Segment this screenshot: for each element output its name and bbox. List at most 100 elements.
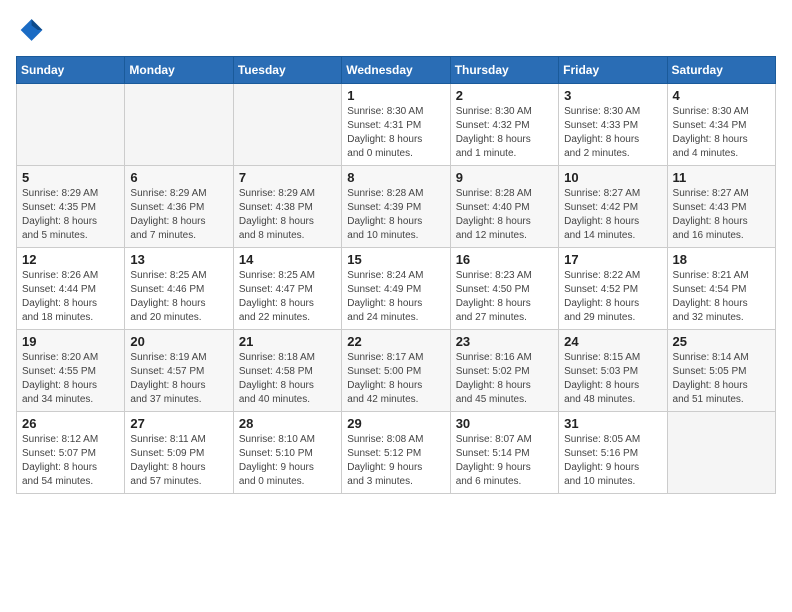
calendar-cell: 28 Sunrise: 8:10 AM Sunset: 5:10 PM Dayli… [233,412,341,494]
calendar-cell: 3 Sunrise: 8:30 AM Sunset: 4:33 PM Daylig… [559,84,667,166]
day-info: Sunrise: 8:19 AM Sunset: 4:57 PM Dayligh… [130,351,227,407]
day-number: 12 [22,252,119,267]
day-info: Sunrise: 8:21 AM Sunset: 4:54 PM Dayligh… [673,269,770,325]
day-number: 11 [673,170,770,185]
calendar-cell: 5 Sunrise: 8:29 AM Sunset: 4:35 PM Daylig… [17,166,125,248]
calendar-cell: 27 Sunrise: 8:11 AM Sunset: 5:09 PM Dayli… [125,412,233,494]
calendar-cell [125,84,233,166]
day-info: Sunrise: 8:27 AM Sunset: 4:42 PM Dayligh… [564,187,661,243]
day-number: 29 [347,416,444,431]
day-info: Sunrise: 8:12 AM Sunset: 5:07 PM Dayligh… [22,433,119,489]
day-info: Sunrise: 8:29 AM Sunset: 4:36 PM Dayligh… [130,187,227,243]
day-number: 1 [347,88,444,103]
day-number: 9 [456,170,553,185]
day-info: Sunrise: 8:25 AM Sunset: 4:47 PM Dayligh… [239,269,336,325]
calendar-cell: 15 Sunrise: 8:24 AM Sunset: 4:49 PM Dayli… [342,248,450,330]
day-number: 18 [673,252,770,267]
day-info: Sunrise: 8:17 AM Sunset: 5:00 PM Dayligh… [347,351,444,407]
day-number: 26 [22,416,119,431]
day-number: 13 [130,252,227,267]
day-number: 28 [239,416,336,431]
calendar-cell: 22 Sunrise: 8:17 AM Sunset: 5:00 PM Dayli… [342,330,450,412]
calendar-cell: 8 Sunrise: 8:28 AM Sunset: 4:39 PM Daylig… [342,166,450,248]
calendar-cell [17,84,125,166]
day-number: 22 [347,334,444,349]
weekday-header-friday: Friday [559,57,667,84]
weekday-header-saturday: Saturday [667,57,775,84]
logo-icon [16,16,44,44]
day-info: Sunrise: 8:29 AM Sunset: 4:38 PM Dayligh… [239,187,336,243]
page-header [16,16,776,44]
calendar-cell: 20 Sunrise: 8:19 AM Sunset: 4:57 PM Dayli… [125,330,233,412]
day-number: 24 [564,334,661,349]
day-number: 8 [347,170,444,185]
day-number: 27 [130,416,227,431]
day-number: 4 [673,88,770,103]
day-info: Sunrise: 8:11 AM Sunset: 5:09 PM Dayligh… [130,433,227,489]
day-info: Sunrise: 8:16 AM Sunset: 5:02 PM Dayligh… [456,351,553,407]
day-info: Sunrise: 8:27 AM Sunset: 4:43 PM Dayligh… [673,187,770,243]
calendar-cell: 31 Sunrise: 8:05 AM Sunset: 5:16 PM Dayli… [559,412,667,494]
weekday-header-wednesday: Wednesday [342,57,450,84]
calendar-cell: 4 Sunrise: 8:30 AM Sunset: 4:34 PM Daylig… [667,84,775,166]
calendar-cell: 29 Sunrise: 8:08 AM Sunset: 5:12 PM Dayli… [342,412,450,494]
day-number: 5 [22,170,119,185]
calendar-cell: 17 Sunrise: 8:22 AM Sunset: 4:52 PM Dayli… [559,248,667,330]
weekday-header-thursday: Thursday [450,57,558,84]
calendar-cell: 13Sunrise: 8:25 AM Sunset: 4:46 PM Dayli… [125,248,233,330]
day-info: Sunrise: 8:18 AM Sunset: 4:58 PM Dayligh… [239,351,336,407]
day-info: Sunrise: 8:14 AM Sunset: 5:05 PM Dayligh… [673,351,770,407]
calendar-cell: 2 Sunrise: 8:30 AM Sunset: 4:32 PM Daylig… [450,84,558,166]
weekday-header-tuesday: Tuesday [233,57,341,84]
day-number: 6 [130,170,227,185]
calendar-cell: 23Sunrise: 8:16 AM Sunset: 5:02 PM Dayli… [450,330,558,412]
calendar-cell: 6 Sunrise: 8:29 AM Sunset: 4:36 PM Daylig… [125,166,233,248]
calendar-cell: 12 Sunrise: 8:26 AM Sunset: 4:44 PM Dayli… [17,248,125,330]
calendar-cell: 30 Sunrise: 8:07 AM Sunset: 5:14 PM Dayli… [450,412,558,494]
day-number: 20 [130,334,227,349]
calendar-cell: 7 Sunrise: 8:29 AM Sunset: 4:38 PM Daylig… [233,166,341,248]
day-number: 31 [564,416,661,431]
logo [16,16,48,44]
day-info: Sunrise: 8:20 AM Sunset: 4:55 PM Dayligh… [22,351,119,407]
day-info: Sunrise: 8:23 AM Sunset: 4:50 PM Dayligh… [456,269,553,325]
day-info: Sunrise: 8:10 AM Sunset: 5:10 PM Dayligh… [239,433,336,489]
day-number: 7 [239,170,336,185]
day-info: Sunrise: 8:28 AM Sunset: 4:39 PM Dayligh… [347,187,444,243]
calendar-cell: 19Sunrise: 8:20 AM Sunset: 4:55 PM Dayli… [17,330,125,412]
day-number: 30 [456,416,553,431]
day-number: 16 [456,252,553,267]
day-number: 14 [239,252,336,267]
day-number: 2 [456,88,553,103]
weekday-header-sunday: Sunday [17,57,125,84]
day-info: Sunrise: 8:30 AM Sunset: 4:31 PM Dayligh… [347,105,444,161]
calendar-cell: 26 Sunrise: 8:12 AM Sunset: 5:07 PM Dayli… [17,412,125,494]
calendar-cell: 24Sunrise: 8:15 AM Sunset: 5:03 PM Dayli… [559,330,667,412]
calendar-cell [667,412,775,494]
calendar-cell: 21 Sunrise: 8:18 AM Sunset: 4:58 PM Dayli… [233,330,341,412]
calendar-table: SundayMondayTuesdayWednesdayThursdayFrid… [16,56,776,494]
day-info: Sunrise: 8:08 AM Sunset: 5:12 PM Dayligh… [347,433,444,489]
day-number: 3 [564,88,661,103]
day-number: 21 [239,334,336,349]
day-info: Sunrise: 8:05 AM Sunset: 5:16 PM Dayligh… [564,433,661,489]
day-number: 10 [564,170,661,185]
calendar-cell: 18 Sunrise: 8:21 AM Sunset: 4:54 PM Dayli… [667,248,775,330]
weekday-header-monday: Monday [125,57,233,84]
day-info: Sunrise: 8:30 AM Sunset: 4:32 PM Dayligh… [456,105,553,161]
day-info: Sunrise: 8:30 AM Sunset: 4:34 PM Dayligh… [673,105,770,161]
calendar-cell: 25 Sunrise: 8:14 AM Sunset: 5:05 PM Dayli… [667,330,775,412]
calendar-cell: 14 Sunrise: 8:25 AM Sunset: 4:47 PM Dayli… [233,248,341,330]
day-info: Sunrise: 8:29 AM Sunset: 4:35 PM Dayligh… [22,187,119,243]
day-info: Sunrise: 8:22 AM Sunset: 4:52 PM Dayligh… [564,269,661,325]
day-info: Sunrise: 8:07 AM Sunset: 5:14 PM Dayligh… [456,433,553,489]
calendar-cell [233,84,341,166]
day-number: 17 [564,252,661,267]
day-number: 25 [673,334,770,349]
day-info: Sunrise: 8:30 AM Sunset: 4:33 PM Dayligh… [564,105,661,161]
day-info: Sunrise: 8:26 AM Sunset: 4:44 PM Dayligh… [22,269,119,325]
day-number: 15 [347,252,444,267]
calendar-cell: 10 Sunrise: 8:27 AM Sunset: 4:42 PM Dayli… [559,166,667,248]
calendar-cell: 16 Sunrise: 8:23 AM Sunset: 4:50 PM Dayli… [450,248,558,330]
day-info: Sunrise: 8:24 AM Sunset: 4:49 PM Dayligh… [347,269,444,325]
